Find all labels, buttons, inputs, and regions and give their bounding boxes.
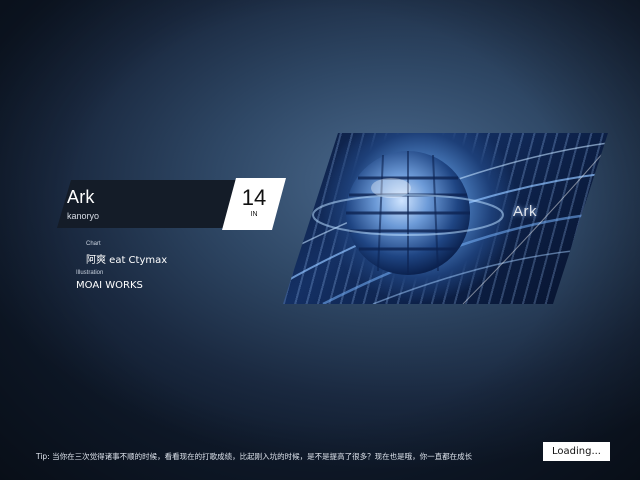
song-artist: kanoryo	[67, 211, 100, 221]
loading-tip: Tip: 当你在三次觉得诸事不顺的时候，看看现在的打歌成绩，比起刚入坑的时候，是…	[36, 452, 473, 461]
song-title: Ark	[67, 187, 95, 207]
chart-credit-value: 阿爽 eat Ctymax	[86, 255, 168, 266]
loading-indicator: Loading...	[543, 442, 610, 461]
difficulty-label: IN	[250, 211, 258, 218]
song-illustration	[283, 133, 608, 304]
illustration-overlay-title: Ark	[513, 203, 537, 220]
illustration-credit-value: MOAI WORKS	[76, 280, 143, 291]
illustration-artwork	[283, 133, 608, 304]
level-number: 14	[241, 185, 267, 210]
chart-credit-label: Chart	[86, 241, 101, 247]
illustration-credit-label: Illustration	[76, 270, 104, 276]
